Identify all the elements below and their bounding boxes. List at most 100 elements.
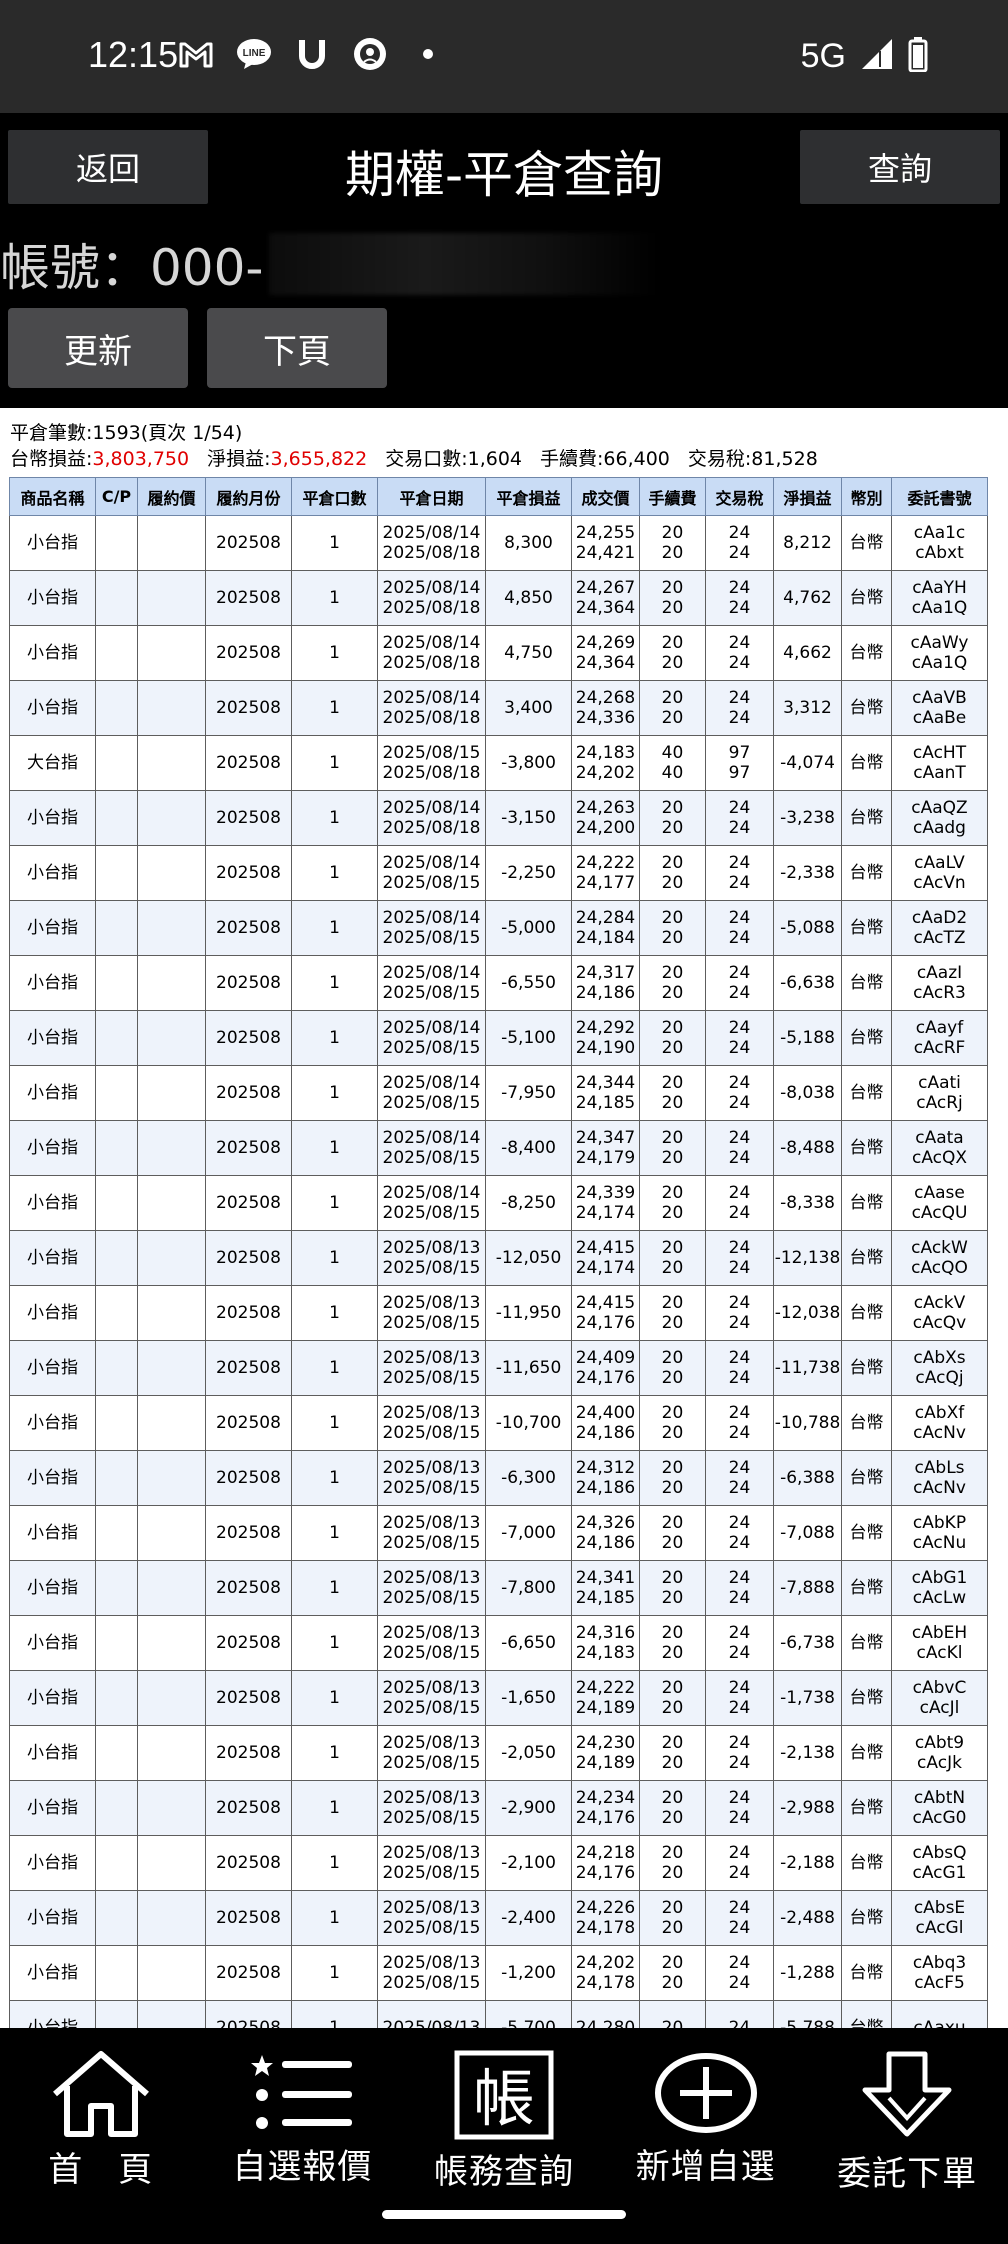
content-area[interactable]: 平倉筆數:1593(頁次 1/54) 台幣損益:3,803,750 淨損益:3,6…	[0, 408, 1008, 2028]
back-button[interactable]: 返回	[8, 130, 208, 204]
table-row[interactable]: 大台指 202508 1 2025/08/15 2025/08/18 -3,800 24,1…	[9, 735, 988, 791]
status-right: 5G	[801, 36, 928, 76]
cell-cp	[95, 625, 138, 681]
table-row[interactable]: 小台指 202508 1 2025/08/13 2025/08/15 -2,900 24,2…	[9, 1780, 988, 1836]
cell-fee-line: 20	[661, 598, 684, 618]
cell-price: 24,234 24,176	[571, 1780, 640, 1836]
cell-order-no: cAazI cAcR3	[891, 955, 988, 1011]
cell-strike	[137, 1450, 206, 1506]
table-row[interactable]: 小台指 202508 1 2025/08/14 2025/08/18 8,300 24,25…	[9, 515, 988, 571]
table-row[interactable]: 小台指 202508 1 2025/08/13 2025/08/15 -10,700 24,…	[9, 1395, 988, 1451]
cell-fee: 20 20	[639, 1175, 706, 1231]
column-header: 成交價	[571, 477, 640, 516]
cell-currency: 台幣	[841, 1340, 892, 1396]
cell-price-line: 24,174	[575, 1258, 636, 1278]
table-row[interactable]: 小台指 202508 1 2025/08/14 2025/08/15 -8,400 24,3…	[9, 1120, 988, 1176]
cell-date: 2025/08/14 2025/08/15	[377, 955, 486, 1011]
cell-pl: 4,750	[485, 625, 572, 681]
cell-currency: 台幣	[841, 955, 892, 1011]
cell-month: 202508	[205, 680, 292, 736]
column-header: 履約月份	[205, 477, 292, 516]
cell-price: 24,269 24,364	[571, 625, 640, 681]
cell-order-no: cAcHT cAanT	[891, 735, 988, 791]
cell-strike	[137, 2000, 206, 2028]
cell-date-line: 2025/08/15	[382, 1368, 481, 1388]
cell-month: 202508	[205, 1010, 292, 1066]
cell-tax-line: 24	[728, 983, 751, 1003]
table-row[interactable]: 小台指 202508 1 2025/08/14 2025/08/15 -6,550 24,3…	[9, 955, 988, 1011]
cell-price-line: 24,326	[575, 1513, 636, 1533]
cell-tax-line: 24	[728, 1808, 751, 1828]
account-icon: 帳	[454, 2050, 554, 2140]
table-row[interactable]: 小台指 202508 1 2025/08/14 2025/08/18 4,850 24,26…	[9, 570, 988, 626]
cell-order-no: cAayf cAcRF	[891, 1010, 988, 1066]
cell-price: 24,312 24,186	[571, 1450, 640, 1506]
cell-pl: -5,700	[485, 2000, 572, 2028]
cell-cp	[95, 1890, 138, 1946]
table-row[interactable]: 小台指 202508 1 2025/08/14 2025/08/15 -2,250 24,2…	[9, 845, 988, 901]
cell-tax-line: 24	[728, 1348, 751, 1368]
gesture-handle[interactable]	[382, 2210, 626, 2219]
table-row[interactable]: 小台指 202508 1 2025/08/14 2025/08/18 3,400 24,26…	[9, 680, 988, 736]
table-row[interactable]: 小台指 202508 1 2025/08/13 2025/08/15 -12,050 24,…	[9, 1230, 988, 1286]
bottom-nav: 首 頁 自選報價 帳 帳務查詢 新增自選 委託下單	[0, 2028, 1008, 2194]
table-row[interactable]: 小台指 202508 1 2025/08/13 2025/08/15 -7,800 24,3…	[9, 1560, 988, 1616]
nav-account[interactable]: 帳 帳務查詢	[403, 2028, 605, 2192]
nav-home[interactable]: 首 頁	[0, 2028, 202, 2190]
table-row[interactable]: 小台指 202508 1 2025/08/14 2025/08/15 -8,250 24,3…	[9, 1175, 988, 1231]
table-row[interactable]: 小台指 202508 1 2025/08/13 2025/08/15 -6,650 24,3…	[9, 1615, 988, 1671]
table-row[interactable]: 小台指 202508 1 2025/08/13 2025/08/15 -1,650 24,2…	[9, 1670, 988, 1726]
cell-fee-line: 20	[661, 1788, 684, 1808]
table-row[interactable]: 小台指 202508 1 2025/08/14 2025/08/18 4,750 24,26…	[9, 625, 988, 681]
cell-tax-line: 24	[728, 1678, 751, 1698]
table-row[interactable]: 小台指 202508 1 2025/08/13 2025/08/15 -2,100 24,2…	[9, 1835, 988, 1891]
nav-add-watch[interactable]: 新增自選	[605, 2028, 807, 2188]
cell-pl: -2,400	[485, 1890, 572, 1946]
cell-fee-line: 20	[661, 1348, 684, 1368]
table-row[interactable]: 小台指 202508 1 2025/08/14 2025/08/15 -5,000 24,2…	[9, 900, 988, 956]
nav-order[interactable]: 委託下單	[806, 2028, 1008, 2194]
table-row[interactable]: 小台指 202508 1 2025/08/13 2025/08/15 -11,650 24,…	[9, 1340, 988, 1396]
cell-fee-line: 20	[661, 1973, 684, 1993]
nav-watchlist[interactable]: 自選報價	[202, 2028, 404, 2188]
table-row[interactable]: 小台指 202508 1 2025/08/14 2025/08/18 -3,150 24,2…	[9, 790, 988, 846]
cell-net: -2,338	[773, 845, 842, 901]
cell-order-no-line: cAaQZ	[911, 798, 968, 818]
page-title: 期權-平倉查詢	[344, 146, 664, 204]
cell-net: 4,762	[773, 570, 842, 626]
table-row[interactable]: 小台指 202508 1 2025/08/13 2025/08/15 -11,950 24,…	[9, 1285, 988, 1341]
cell-net: -3,238	[773, 790, 842, 846]
column-header: 手續費	[639, 477, 706, 516]
cell-tax-line: 24	[728, 1843, 751, 1863]
cell-net: -11,738	[773, 1340, 842, 1396]
next-page-button[interactable]: 下頁	[207, 308, 387, 388]
table-row[interactable]: 小台指 202508 1 2025/08/14 2025/08/15 -7,950 24,3…	[9, 1065, 988, 1121]
cell-strike	[137, 1725, 206, 1781]
table-row[interactable]: 小台指 202508 1 2025/08/13 2025/08/15 -1,200 24,2…	[9, 1945, 988, 2001]
cell-price-line: 24,186	[575, 983, 636, 1003]
table-row[interactable]: 小台指 202508 1 2025/08/13 2025/08/15 -7,000 24,3…	[9, 1505, 988, 1561]
table-row[interactable]: 小台指 202508 1 2025/08/13 2025/08/15 -2,400 24,2…	[9, 1890, 988, 1946]
cell-date: 2025/08/13 2025/08/15	[377, 1505, 486, 1561]
cell-order-no: cAbXf cAcNv	[891, 1395, 988, 1451]
cell-price-line: 24,176	[575, 1313, 636, 1333]
query-button[interactable]: 查詢	[800, 130, 1000, 204]
cell-pl: -7,800	[485, 1560, 572, 1616]
cell-pl: 8,300	[485, 515, 572, 571]
table-row[interactable]: 小台指 202508 1 2025/08/13 2025/08/15 -6,300 24,3…	[9, 1450, 988, 1506]
table-row[interactable]: 小台指 202508 1 2025/08/13 2025/08/15 -2,050 24,2…	[9, 1725, 988, 1781]
cell-order-no: cAckV cAcQv	[891, 1285, 988, 1341]
cell-date-line: 2025/08/13	[382, 1238, 481, 1258]
cell-order-no-line: cAcF5	[914, 1973, 965, 1993]
cell-tax-line: 24	[728, 1623, 751, 1643]
cell-net: -2,188	[773, 1835, 842, 1891]
cell-cp	[95, 790, 138, 846]
table-row[interactable]: 小台指 202508 1 2025/08/13 -5,700 24,280 20 24 -5,7…	[9, 2000, 988, 2028]
cell-product: 小台指	[9, 680, 96, 736]
cell-order-no: cAaVB cAaBe	[891, 680, 988, 736]
refresh-button[interactable]: 更新	[8, 308, 188, 388]
table-row[interactable]: 小台指 202508 1 2025/08/14 2025/08/15 -5,100 24,2…	[9, 1010, 988, 1066]
cell-fee-line: 20	[661, 578, 684, 598]
cell-price-line: 24,183	[575, 1643, 636, 1663]
cell-pl: -6,650	[485, 1615, 572, 1671]
